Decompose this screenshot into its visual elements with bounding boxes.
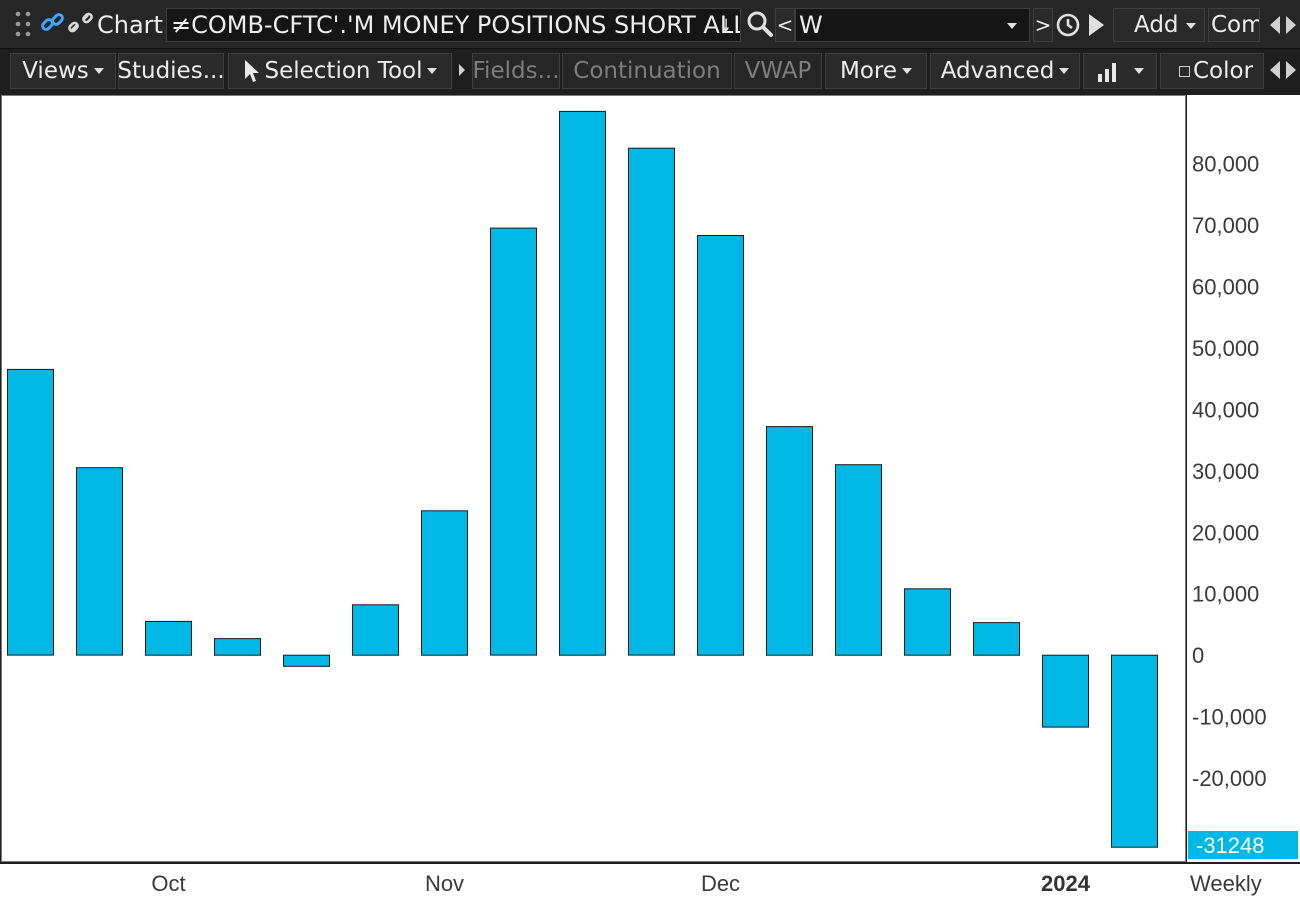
advanced-label: Advanced — [940, 58, 1055, 84]
selection-tool-menu[interactable]: Selection Tool — [228, 53, 452, 89]
chart-type-menu[interactable] — [1083, 53, 1157, 89]
fields-label: Fields... — [472, 58, 560, 84]
color-label: Color — [1193, 58, 1254, 84]
menu-scroll-right-icon[interactable] — [1284, 59, 1298, 81]
clock-icon[interactable] — [1055, 12, 1081, 38]
studies-label: Studies... — [118, 58, 224, 84]
color-button[interactable]: Color — [1160, 53, 1264, 89]
views-menu[interactable]: Views — [10, 53, 116, 89]
scroll-left-icon[interactable] — [1268, 14, 1282, 36]
fields-button[interactable]: Fields... — [472, 53, 560, 89]
prev-aggregation-button[interactable]: < — [775, 8, 795, 42]
chart-type-dropdown-icon — [1134, 68, 1144, 74]
aggregation-dropdown-icon — [1007, 23, 1017, 29]
link-icon[interactable] — [40, 10, 66, 38]
continuation-button[interactable]: Continuation — [562, 53, 732, 89]
plot-area[interactable] — [1, 95, 1186, 862]
symbol-input[interactable]: ≠COMB-CFTC'.'M MONEY POSITIONS SHORT ALL… — [166, 8, 741, 42]
continuation-label: Continuation — [573, 58, 721, 84]
add-button[interactable]: Add — [1113, 8, 1205, 42]
add-dropdown-icon — [1186, 23, 1196, 29]
studies-menu[interactable]: Studies... — [118, 53, 224, 89]
search-icon[interactable] — [746, 10, 774, 38]
play-icon[interactable] — [1086, 12, 1106, 38]
more-menu[interactable]: More — [825, 53, 927, 89]
expand-right-icon[interactable] — [458, 63, 466, 77]
color-swatch-icon — [1179, 65, 1190, 77]
vwap-button[interactable]: VWAP — [734, 53, 822, 89]
com-button-label: Com — [1211, 12, 1260, 38]
symbol-dropdown-icon[interactable]: 🠗 — [722, 14, 730, 41]
top-toolbar: Chart ≠COMB-CFTC'.'M MONEY POSITIONS SHO… — [0, 0, 1300, 49]
next-aggregation-button[interactable]: > — [1033, 8, 1053, 42]
more-dropdown-icon — [902, 68, 913, 74]
scroll-right-icon[interactable] — [1284, 14, 1298, 36]
cursor-arrow-icon — [244, 60, 259, 82]
drag-handle-icon[interactable] — [14, 10, 34, 38]
bar-chart-icon — [1098, 63, 1116, 82]
menu-scroll-left-icon[interactable] — [1268, 59, 1282, 81]
chart-title: Chart — [97, 11, 163, 39]
y-axis-panel[interactable] — [1187, 95, 1300, 862]
unlink-icon[interactable] — [68, 10, 94, 38]
more-label: More — [839, 58, 898, 84]
advanced-dropdown-icon — [1059, 68, 1070, 74]
advanced-menu[interactable]: Advanced — [930, 53, 1080, 89]
aggregation-value: W — [799, 11, 823, 39]
chart-menu-bar: Views Studies... Selection Tool Fields..… — [0, 49, 1300, 93]
views-label: Views — [22, 58, 89, 84]
aggregation-select[interactable]: W — [795, 8, 1030, 42]
selection-tool-dropdown-icon — [427, 68, 438, 74]
x-axis-panel[interactable] — [0, 864, 1300, 900]
symbol-text: ≠COMB-CFTC'.'M MONEY POSITIONS SHORT ALL… — [171, 11, 741, 39]
selection-tool-label: Selection Tool — [264, 58, 423, 84]
add-button-label: Add — [1134, 12, 1179, 38]
views-dropdown-icon — [93, 68, 104, 74]
com-button[interactable]: Com — [1208, 8, 1260, 42]
vwap-label: VWAP — [744, 58, 812, 84]
